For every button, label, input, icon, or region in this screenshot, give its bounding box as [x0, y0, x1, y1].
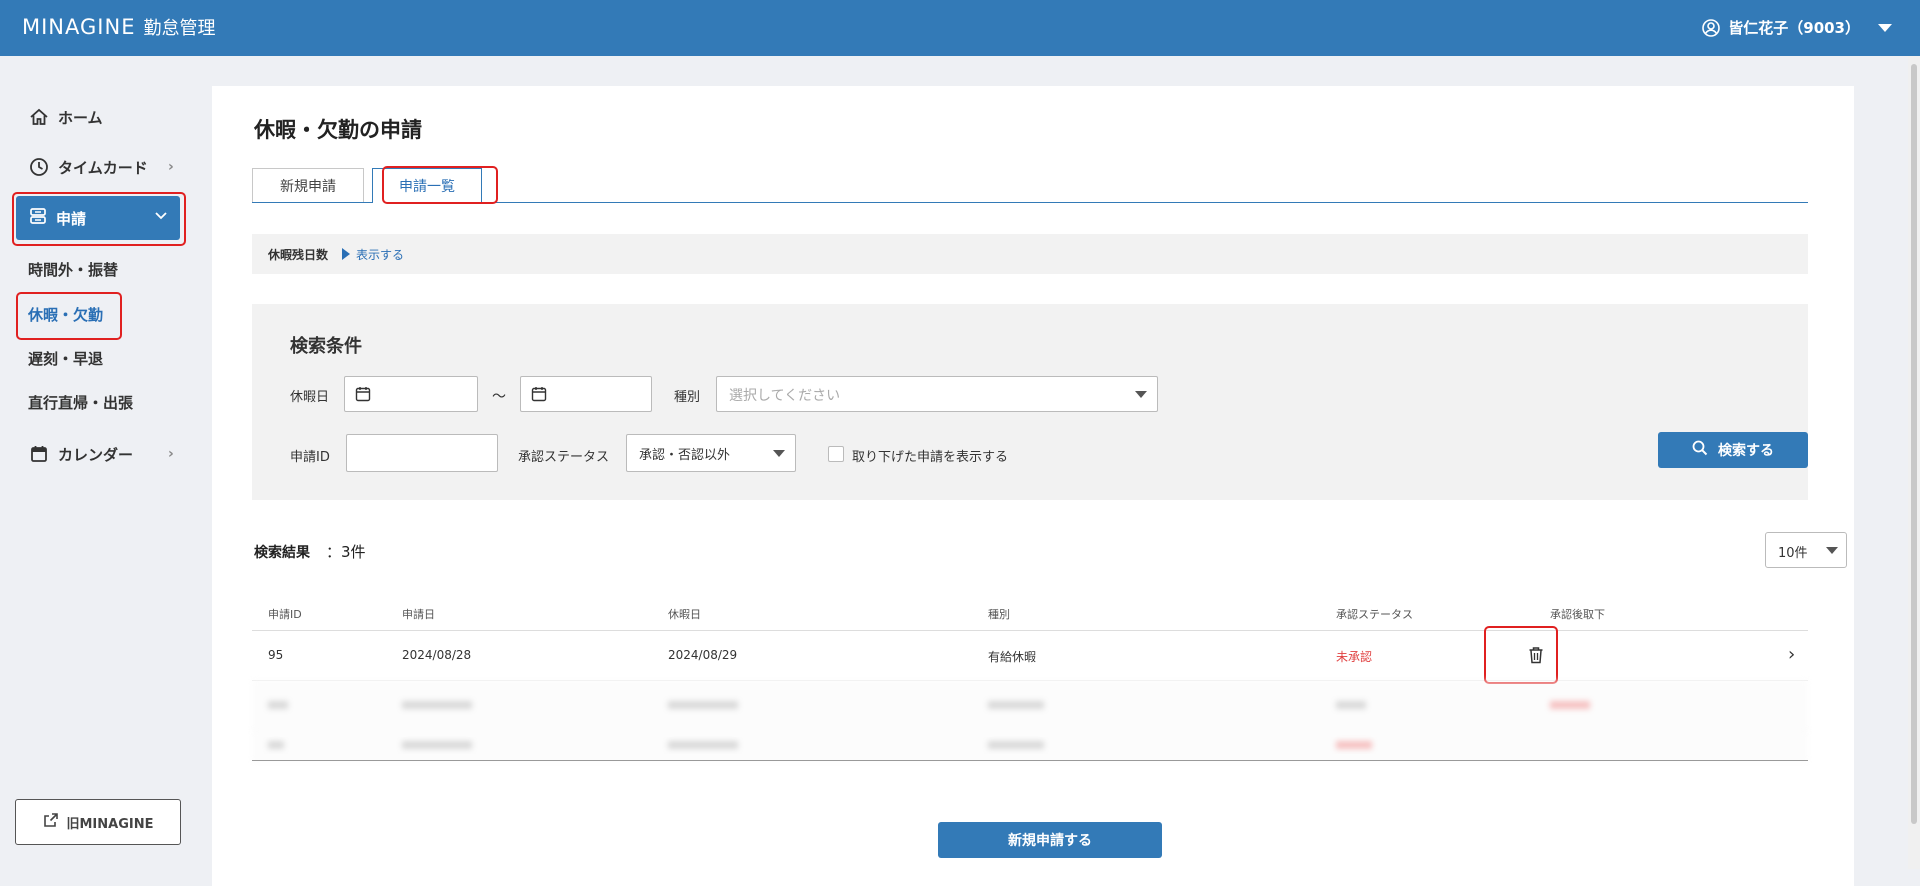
- highlight-application: [12, 192, 186, 246]
- remaining-days-label: 休暇残日数: [268, 247, 329, 262]
- leave-date-to-input[interactable]: [520, 376, 652, 412]
- sidebar-item-timecard[interactable]: タイムカード ›: [28, 152, 188, 182]
- chevron-right-icon: ›: [168, 446, 174, 462]
- cell-status: 未承認: [1336, 650, 1373, 664]
- date-range-tilde: ～: [492, 389, 506, 405]
- sidebar-subitem-overtime[interactable]: 時間外・振替: [28, 259, 118, 280]
- type-label: 種別: [674, 390, 701, 405]
- calendar-icon: [28, 443, 50, 465]
- cell-leave-date: 2024/08/29: [668, 648, 738, 662]
- top-bar: MINAGINE 勤怠管理 皆仁花子（9003）: [0, 0, 1920, 56]
- column-header: 種別: [988, 608, 1010, 621]
- highlight-delete-button: [1484, 626, 1558, 684]
- column-header: 申請日: [402, 608, 435, 621]
- remaining-days-toggle[interactable]: 表示する: [342, 246, 404, 263]
- main-content: 休暇・欠勤の申請 新規申請 申請一覧 休暇残日数 表示する 検索条件 休暇日 ～…: [212, 86, 1854, 886]
- highlight-leave: [16, 292, 122, 340]
- page-title: 休暇・欠勤の申請: [254, 118, 422, 142]
- sidebar-item-label: ホーム: [58, 108, 103, 127]
- application-id-label: 申請ID: [290, 450, 330, 465]
- column-header: 承認後取下: [1550, 608, 1605, 621]
- remaining-days-link-label: 表示する: [356, 247, 405, 262]
- search-button[interactable]: 検索する: [1658, 432, 1808, 468]
- caret-down-icon: [1826, 547, 1838, 554]
- sidebar: ホーム タイムカード › 申請 時間外・振替 休暇・欠勤 遅刻・早退 直行直帰・…: [0, 56, 212, 869]
- type-select[interactable]: 選択してください: [716, 376, 1158, 412]
- sidebar-item-calendar[interactable]: カレンダー ›: [28, 439, 188, 469]
- sidebar-item-label: タイムカード: [58, 158, 148, 177]
- brand-logo[interactable]: MINAGINE 勤怠管理: [22, 14, 215, 40]
- approval-status-value: 承認・否認以外: [639, 448, 731, 463]
- sidebar-item-label: カレンダー: [58, 445, 134, 464]
- per-page-value: 10件: [1778, 546, 1808, 561]
- play-icon: [342, 248, 351, 260]
- new-application-button[interactable]: 新規申請する: [938, 822, 1162, 858]
- external-link-icon: [43, 812, 59, 832]
- type-select-placeholder: 選択してください: [729, 388, 841, 404]
- cell-id: 95: [268, 648, 284, 662]
- application-id-input[interactable]: [346, 434, 498, 472]
- calendar-icon: [355, 386, 371, 406]
- approval-status-select[interactable]: 承認・否認以外: [626, 434, 796, 472]
- caret-down-icon: [1135, 391, 1147, 398]
- caret-down-icon: [773, 450, 785, 457]
- user-name: 皆仁花子（9003）: [1728, 19, 1860, 37]
- approval-status-label: 承認ステータス: [518, 450, 610, 465]
- column-header: 休暇日: [668, 608, 701, 621]
- results-count: ：3件: [326, 543, 366, 561]
- leave-date-from-input[interactable]: [344, 376, 478, 412]
- tab-new-application[interactable]: 新規申請: [252, 168, 364, 202]
- clock-icon: [28, 156, 50, 178]
- leave-date-label: 休暇日: [290, 390, 330, 405]
- table-row-blurred: [252, 730, 1808, 761]
- sidebar-subitem-direct[interactable]: 直行直帰・出張: [28, 392, 133, 413]
- cell-type: 有給休暇: [988, 650, 1037, 664]
- remaining-days-bar: 休暇残日数 表示する: [252, 234, 1808, 274]
- per-page-select[interactable]: 10件: [1765, 532, 1847, 568]
- brand-sub: 勤怠管理: [143, 18, 216, 39]
- table-row-blurred: [252, 680, 1808, 731]
- search-title: 検索条件: [290, 336, 362, 357]
- table-header: 申請ID 申請日 休暇日 種別 承認ステータス 承認後取下: [252, 596, 1808, 631]
- old-minagine-label: 旧MINAGINE: [66, 816, 154, 832]
- show-withdrawn-label: 取り下げた申請を表示する: [852, 450, 1009, 465]
- search-icon: [1692, 440, 1708, 460]
- column-header: 申請ID: [268, 608, 302, 621]
- show-withdrawn-checkbox[interactable]: [828, 446, 844, 462]
- user-menu[interactable]: 皆仁花子（9003）: [1702, 17, 1892, 38]
- brand-name: MINAGINE: [22, 15, 136, 39]
- table-bottom-border: [252, 760, 1808, 761]
- home-icon: [28, 106, 50, 128]
- highlight-tab-list: [382, 166, 498, 204]
- sidebar-subitem-late[interactable]: 遅刻・早退: [28, 348, 103, 369]
- user-icon: [1702, 18, 1721, 37]
- table-row[interactable]: 95 2024/08/28 2024/08/29 有給休暇 未承認 ›: [252, 630, 1808, 681]
- sidebar-item-home[interactable]: ホーム: [28, 102, 103, 132]
- search-button-label: 検索する: [1718, 443, 1774, 459]
- scrollbar[interactable]: [1908, 56, 1920, 869]
- column-header: 承認ステータス: [1336, 608, 1413, 621]
- search-panel: 検索条件 休暇日 ～ 種別 選択してください 申請ID 承認ステータス 承認・否…: [252, 304, 1808, 500]
- cell-applied-date: 2024/08/28: [402, 648, 472, 662]
- calendar-icon: [531, 386, 547, 406]
- caret-down-icon: [1878, 23, 1892, 32]
- chevron-right-icon: ›: [168, 159, 174, 175]
- results-label: 検索結果: [254, 545, 310, 561]
- scrollbar-thumb[interactable]: [1911, 64, 1917, 824]
- old-minagine-button[interactable]: 旧MINAGINE: [15, 799, 181, 845]
- chevron-right-icon[interactable]: ›: [1788, 644, 1795, 665]
